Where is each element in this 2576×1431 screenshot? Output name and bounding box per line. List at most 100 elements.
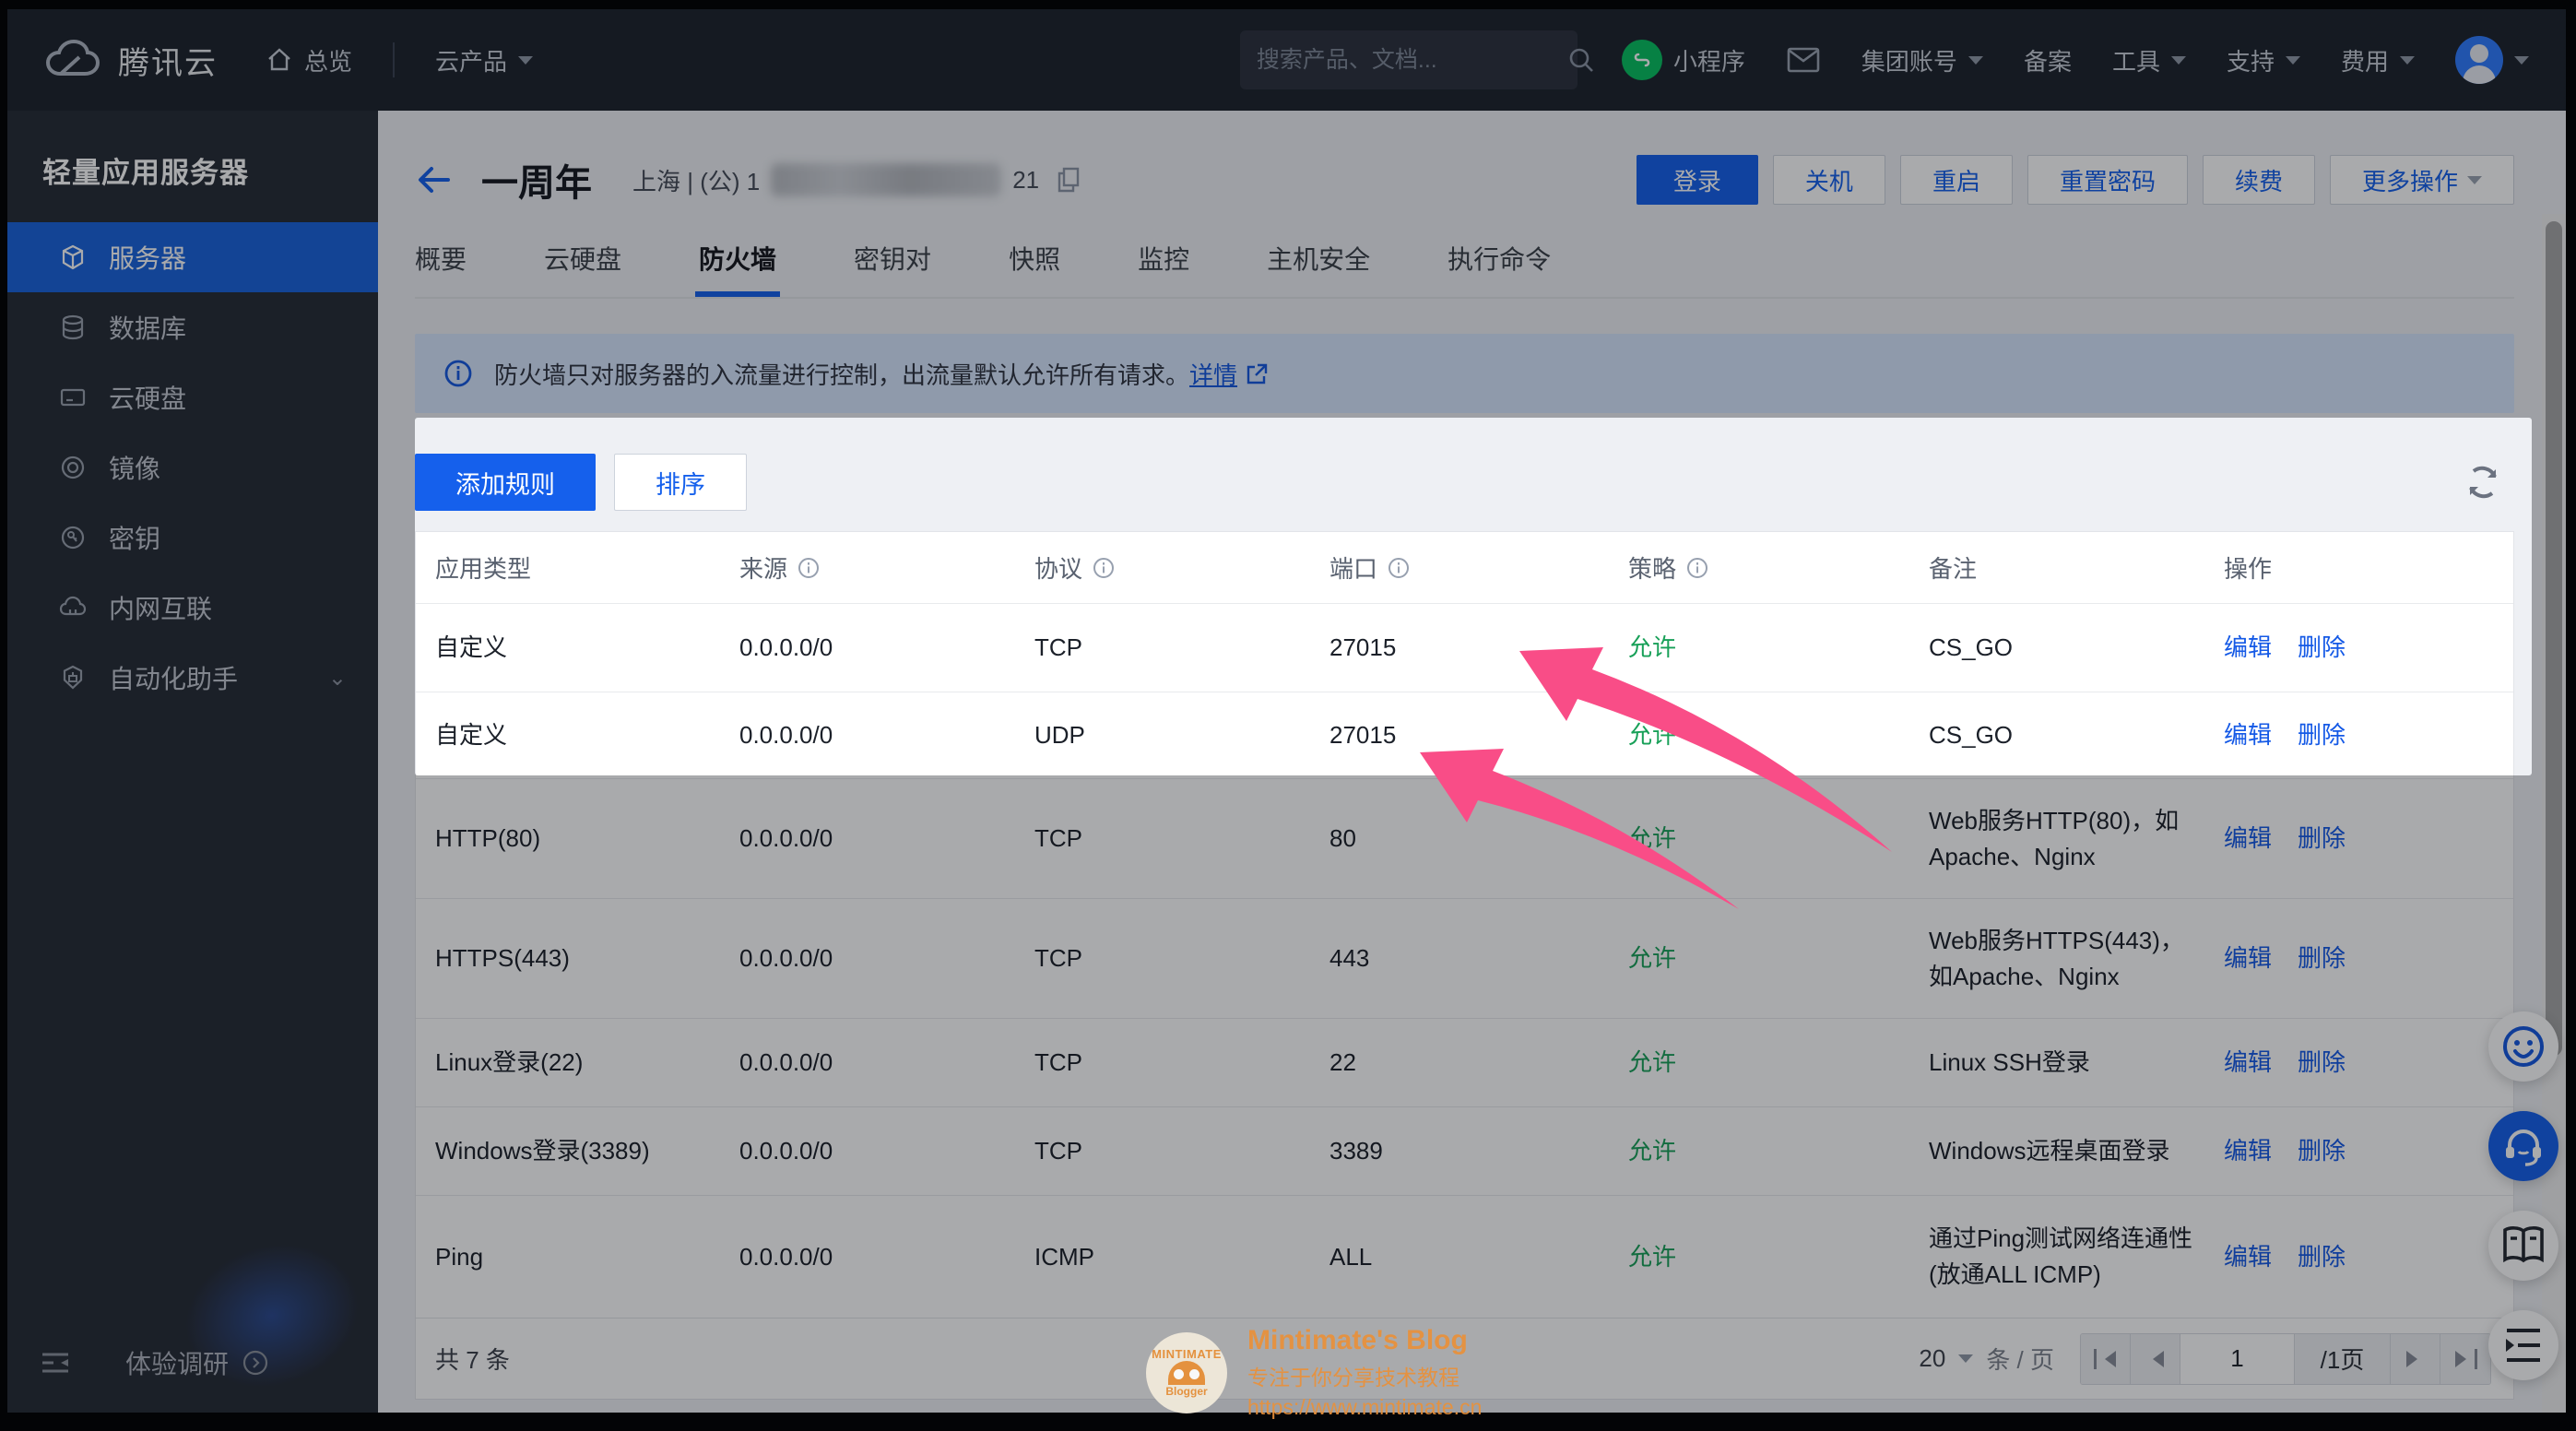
current-page-box[interactable]: 1 (2180, 1334, 2295, 1384)
info-circle-icon (443, 358, 474, 389)
ticket-button[interactable] (2488, 1310, 2558, 1380)
back-arrow-icon[interactable] (415, 161, 454, 198)
cell-actions: 编辑删除 (2224, 821, 2513, 857)
info-circle-icon[interactable] (1685, 556, 1709, 580)
cell-actions: 编辑删除 (2224, 1239, 2513, 1275)
more-actions-button[interactable]: 更多操作 (2330, 155, 2514, 205)
nav-overview[interactable]: 总览 (266, 43, 352, 77)
cell-remark: Windows远程桌面登录 (1929, 1133, 2224, 1169)
image-icon (59, 454, 87, 481)
shutdown-button[interactable]: 关机 (1773, 155, 1885, 205)
edit-link[interactable]: 编辑 (2224, 1239, 2272, 1275)
tab-firewall[interactable]: 防火墙 (699, 240, 776, 297)
cell-port: 443 (1329, 940, 1628, 976)
docs-button[interactable] (2488, 1211, 2558, 1281)
scrollbar-thumb[interactable] (2546, 221, 2562, 1056)
table-footer: 共 7 条 20 条 / 页 1 /1页 (415, 1319, 2514, 1400)
tencent-cloud-logo (44, 39, 101, 81)
tab-snapshot[interactable]: 快照 (1009, 240, 1060, 297)
nav-tools[interactable]: 工具 (2112, 43, 2186, 77)
info-circle-icon[interactable] (797, 556, 821, 580)
reset-password-button[interactable]: 重置密码 (2027, 155, 2188, 205)
nav-right-group: 小程序 集团账号 备案 工具 (1622, 36, 2529, 84)
delete-link[interactable]: 删除 (2298, 717, 2346, 753)
chevron-down-icon (2286, 56, 2300, 72)
search-icon[interactable] (1566, 45, 1596, 75)
prev-page-button[interactable] (2131, 1334, 2180, 1384)
nav-account[interactable] (2455, 36, 2529, 84)
chevron-down-icon (1968, 56, 1983, 72)
nav-mini-program[interactable]: 小程序 (1622, 40, 1745, 80)
nav-messages[interactable] (1786, 45, 1821, 75)
page-size-unit: 条 / 页 (1986, 1342, 2054, 1376)
sidebar-item-vpc[interactable]: 内网互联 (7, 573, 378, 643)
cell-port: 27015 (1329, 717, 1628, 753)
next-page-button[interactable] (2391, 1334, 2440, 1384)
tab-host-security[interactable]: 主机安全 (1267, 240, 1370, 297)
collapse-sidebar-icon[interactable] (39, 1349, 72, 1377)
delete-link[interactable]: 删除 (2298, 940, 2346, 976)
tab-cloud-disk[interactable]: 云硬盘 (544, 240, 621, 297)
first-page-button[interactable] (2081, 1334, 2131, 1384)
edit-link[interactable]: 编辑 (2224, 940, 2272, 976)
feedback-button[interactable] (2488, 1011, 2558, 1082)
survey-link[interactable]: 体验调研 (72, 1344, 323, 1381)
nav-left-group: 总览 云产品 (266, 42, 533, 77)
sidebar-item-keys[interactable]: 密钥 (7, 503, 378, 573)
nav-billing[interactable]: 费用 (2341, 43, 2415, 77)
banner-message: 防火墙只对服务器的入流量进行控制，出流量默认允许所有请求。 (494, 361, 1189, 389)
delete-link[interactable]: 删除 (2298, 1239, 2346, 1275)
sidebar-item-servers[interactable]: 服务器 (7, 222, 378, 292)
login-button[interactable]: 登录 (1637, 155, 1758, 205)
tab-run-command[interactable]: 执行命令 (1448, 240, 1551, 297)
cell-source: 0.0.0.0/0 (739, 1045, 1034, 1081)
rules-toolbar: 添加规则 排序 (415, 454, 2514, 511)
sort-button[interactable]: 排序 (614, 454, 747, 511)
edit-link[interactable]: 编辑 (2224, 630, 2272, 666)
sidebar-item-database[interactable]: 数据库 (7, 292, 378, 362)
nav-support[interactable]: 支持 (2227, 43, 2300, 77)
edit-link[interactable]: 编辑 (2224, 1133, 2272, 1169)
renew-button[interactable]: 续费 (2203, 155, 2315, 205)
col-protocol: 协议 (1034, 550, 1329, 585)
info-circle-icon[interactable] (1092, 556, 1116, 580)
refresh-icon[interactable] (2463, 462, 2503, 503)
edit-link[interactable]: 编辑 (2224, 1045, 2272, 1081)
last-page-button[interactable] (2440, 1334, 2490, 1384)
edit-link[interactable]: 编辑 (2224, 821, 2272, 857)
delete-link[interactable]: 删除 (2298, 1133, 2346, 1169)
tab-monitor[interactable]: 监控 (1138, 240, 1189, 297)
support-button[interactable] (2488, 1111, 2558, 1181)
delete-link[interactable]: 删除 (2298, 821, 2346, 857)
sidebar-item-cloud-disk[interactable]: 云硬盘 (7, 362, 378, 432)
nav-support-label: 支持 (2227, 43, 2275, 77)
delete-link[interactable]: 删除 (2298, 630, 2346, 666)
edit-link[interactable]: 编辑 (2224, 717, 2272, 753)
main-panel: 一周年 上海 | (公) 1 21 登录 关机 重启 (378, 111, 2566, 1413)
brand[interactable]: 腾讯云 (44, 38, 218, 83)
delete-link[interactable]: 删除 (2298, 1045, 2346, 1081)
banner-detail-link[interactable]: 详情 (1189, 361, 1237, 389)
key-icon (59, 524, 87, 551)
cell-app-type: Linux登录(22) (435, 1045, 739, 1081)
global-search[interactable] (1240, 30, 1578, 89)
vpc-icon (59, 594, 87, 621)
tab-key-pair[interactable]: 密钥对 (854, 240, 931, 297)
tab-overview[interactable]: 概要 (415, 240, 467, 297)
nav-group-account[interactable]: 集团账号 (1861, 43, 1983, 77)
search-input[interactable] (1257, 47, 1554, 74)
info-circle-icon[interactable] (1387, 556, 1411, 580)
page-total-label: /1页 (2295, 1334, 2391, 1384)
copy-icon[interactable] (1056, 166, 1081, 194)
table-row: 自定义 0.0.0.0/0 TCP 27015 允许 CS_GO 编辑删除 (416, 604, 2513, 692)
sidebar-item-automation[interactable]: 自动化助手 ⌄ (7, 643, 378, 713)
page-size-value: 20 (1919, 1344, 1945, 1373)
add-rule-button[interactable]: 添加规则 (415, 454, 596, 511)
nav-icp[interactable]: 备案 (2024, 43, 2072, 77)
body-row: 轻量应用服务器 服务器 数据库 云 (7, 111, 2566, 1413)
nav-cloud-products[interactable]: 云产品 (435, 43, 533, 77)
restart-button[interactable]: 重启 (1900, 155, 2013, 205)
page-size-select[interactable]: 20 条 / 页 (1919, 1342, 2054, 1376)
sidebar-item-images[interactable]: 镜像 (7, 432, 378, 503)
table-row: HTTPS(443) 0.0.0.0/0 TCP 443 允许 Web服务HTT… (416, 899, 2513, 1019)
